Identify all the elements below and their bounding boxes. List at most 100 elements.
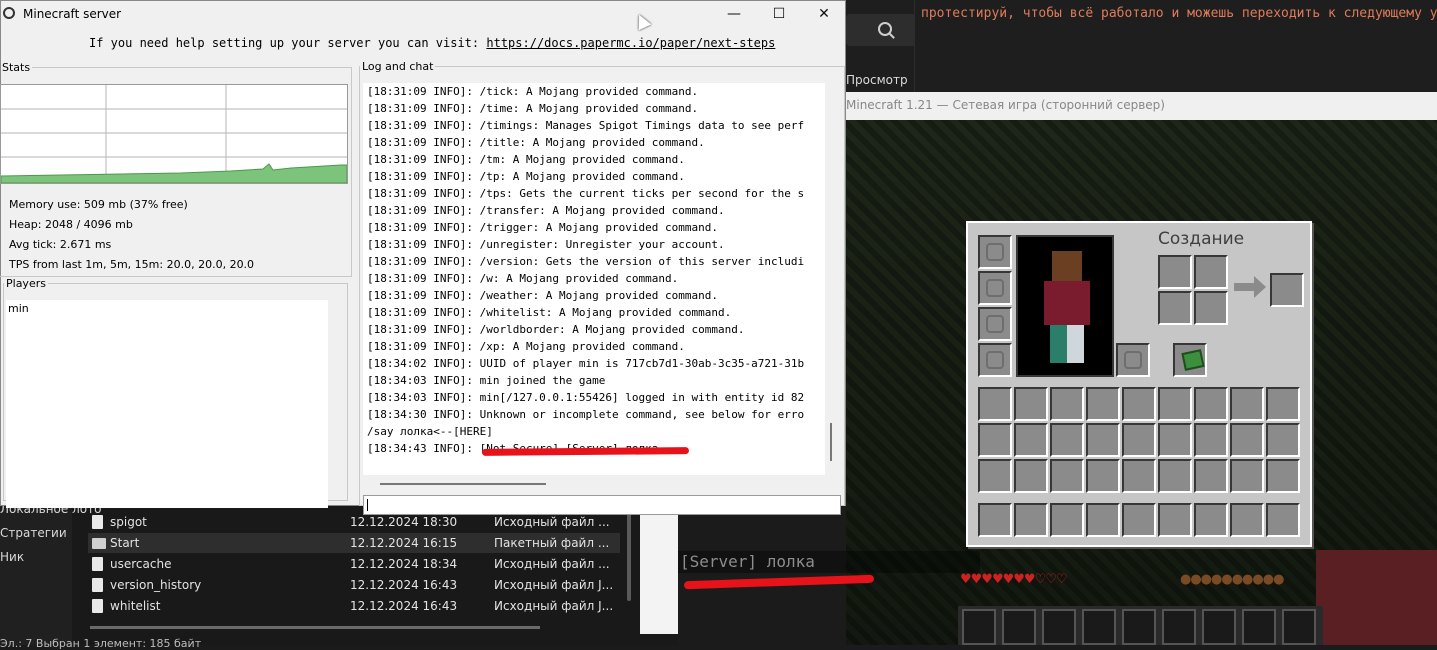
command-input[interactable] [363, 495, 841, 515]
crafting-slot[interactable] [1158, 291, 1192, 325]
file-list-hscroll[interactable] [90, 626, 540, 629]
inventory-slot[interactable] [1266, 459, 1300, 493]
player-entry[interactable]: min [6, 300, 328, 317]
inventory-slot[interactable] [978, 459, 1012, 493]
text-caret [367, 499, 368, 511]
file-row[interactable]: spigot 12.12.2024 18:30 Исходный файл ... [88, 512, 620, 532]
help-link[interactable]: https://docs.papermc.io/paper/next-steps [486, 36, 775, 50]
tps: TPS from last 1m, 5m, 15m: 20.0, 20.0, 2… [9, 258, 255, 271]
inventory-slot[interactable] [1158, 459, 1192, 493]
inventory-slot[interactable] [1050, 387, 1084, 421]
hotbar-slot[interactable] [1282, 609, 1316, 645]
inventory-slot[interactable] [1086, 459, 1120, 493]
inventory-slot[interactable] [1230, 387, 1264, 421]
hotbar-slot[interactable] [1082, 609, 1116, 645]
inventory-hotbar-slot[interactable] [1050, 503, 1084, 537]
log-horizontal-scrollbar[interactable] [380, 483, 546, 485]
inventory-slot[interactable] [1266, 423, 1300, 457]
inventory-hotbar-slot[interactable] [978, 503, 1012, 537]
inventory-slot[interactable] [1230, 423, 1264, 457]
inventory-slot[interactable] [1158, 387, 1192, 421]
close-button[interactable]: ✕ [801, 1, 847, 27]
hotbar-slot[interactable] [1162, 609, 1196, 645]
crafting-title: Создание [1158, 229, 1245, 249]
inventory-slot[interactable] [1194, 387, 1228, 421]
inventory-slot[interactable] [1086, 387, 1120, 421]
hotbar-slot[interactable] [1002, 609, 1036, 645]
minimize-button[interactable]: — [711, 1, 757, 27]
maximize-button[interactable]: ☐ [756, 1, 802, 27]
file-name: Start [110, 536, 140, 550]
avg-tick: Avg tick: 2.671 ms [9, 238, 112, 251]
log-line: [18:31:09 INFO]: /title: A Mojang provid… [367, 136, 705, 149]
file-explorer: Локальное лото Стратегии Ник spigot 12.12… [0, 502, 678, 650]
inventory-slot[interactable] [1050, 459, 1084, 493]
search-button[interactable] [846, 14, 916, 46]
player-head [1052, 251, 1082, 281]
inventory-hotbar-slot[interactable] [1158, 503, 1192, 537]
inventory-slot[interactable] [1194, 459, 1228, 493]
player-legs [1050, 325, 1084, 363]
inventory-hotbar-slot[interactable] [1194, 503, 1228, 537]
inventory-hotbar-slot[interactable] [1266, 503, 1300, 537]
nav-item[interactable]: Стратегии [0, 526, 67, 540]
hotbar-slot[interactable] [1242, 609, 1276, 645]
log-line: [18:31:09 INFO]: /tm: A Mojang provided … [367, 153, 685, 166]
file-list-scrollbar[interactable] [627, 506, 631, 601]
inventory-slot[interactable] [1230, 459, 1264, 493]
inventory-slot[interactable] [1122, 387, 1156, 421]
recipe-book-button[interactable] [1173, 343, 1207, 377]
inventory-slot[interactable] [1014, 423, 1048, 457]
players-list[interactable]: min [6, 300, 328, 508]
file-icon [92, 557, 103, 571]
inventory-slot[interactable] [1122, 459, 1156, 493]
inventory-slot[interactable] [1158, 423, 1192, 457]
offhand-slot[interactable] [1116, 343, 1150, 377]
inventory-slot[interactable] [1014, 387, 1048, 421]
inventory-slot[interactable] [1086, 423, 1120, 457]
inventory-slot[interactable] [1122, 423, 1156, 457]
editor-pane: протестируй, чтобы всё работало и можешь… [914, 0, 1437, 92]
inventory-hotbar-slot[interactable] [1014, 503, 1048, 537]
preview-tab[interactable]: Просмотр [846, 73, 908, 87]
app-icon [3, 7, 15, 19]
inventory-slot[interactable] [978, 423, 1012, 457]
inventory-slot[interactable] [1266, 387, 1300, 421]
log-line: /say лолка<--[HERE] [367, 425, 493, 438]
boots-slot[interactable] [978, 343, 1012, 377]
hotbar-slot[interactable] [962, 609, 996, 645]
crafting-slot[interactable] [1194, 291, 1228, 325]
file-row[interactable]: Start 12.12.2024 16:15 Пакетный файл ... [88, 533, 620, 553]
log-area[interactable]: [18:31:09 INFO]: /tick: A Mojang provide… [363, 83, 825, 475]
inventory-slot[interactable] [1194, 423, 1228, 457]
inventory-slot[interactable] [1014, 459, 1048, 493]
log-vertical-scrollbar[interactable] [830, 423, 832, 461]
inventory-hotbar-slot[interactable] [1122, 503, 1156, 537]
chestplate-slot[interactable] [978, 271, 1012, 305]
crafting-slot[interactable] [1158, 255, 1192, 289]
players-panel: Players min [3, 277, 348, 508]
game-block [1316, 550, 1437, 645]
nav-item[interactable]: Ник [0, 550, 24, 564]
crafting-result-slot[interactable] [1270, 273, 1304, 307]
file-icon [92, 578, 103, 592]
inventory-panel: Создание [966, 221, 1312, 547]
inventory-slot[interactable] [978, 387, 1012, 421]
helmet-slot[interactable] [978, 235, 1012, 269]
hotbar-slot[interactable] [1202, 609, 1236, 645]
inventory-slot[interactable] [1050, 423, 1084, 457]
hotbar-slot[interactable] [1122, 609, 1156, 645]
hotbar-slot[interactable] [1042, 609, 1076, 645]
inventory-hotbar-slot[interactable] [1230, 503, 1264, 537]
log-line: [18:31:09 INFO]: /unregister: Unregister… [367, 238, 725, 251]
leggings-slot[interactable] [978, 307, 1012, 341]
file-row[interactable]: whitelist 12.12.2024 16:43 Исходный файл J… [88, 596, 620, 616]
file-row[interactable]: usercache 12.12.2024 18:34 Исходный файл .… [88, 554, 620, 574]
crafting-slot[interactable] [1194, 255, 1228, 289]
log-line: [18:31:09 INFO]: /weather: A Mojang prov… [367, 289, 718, 302]
file-name: spigot [110, 515, 147, 529]
log-line: [18:31:09 INFO]: /xp: A Mojang provided … [367, 340, 685, 353]
file-row[interactable]: version_history 12.12.2024 16:43 Исходный … [88, 575, 620, 595]
memory-graph-svg [0, 85, 348, 184]
inventory-hotbar-slot[interactable] [1086, 503, 1120, 537]
